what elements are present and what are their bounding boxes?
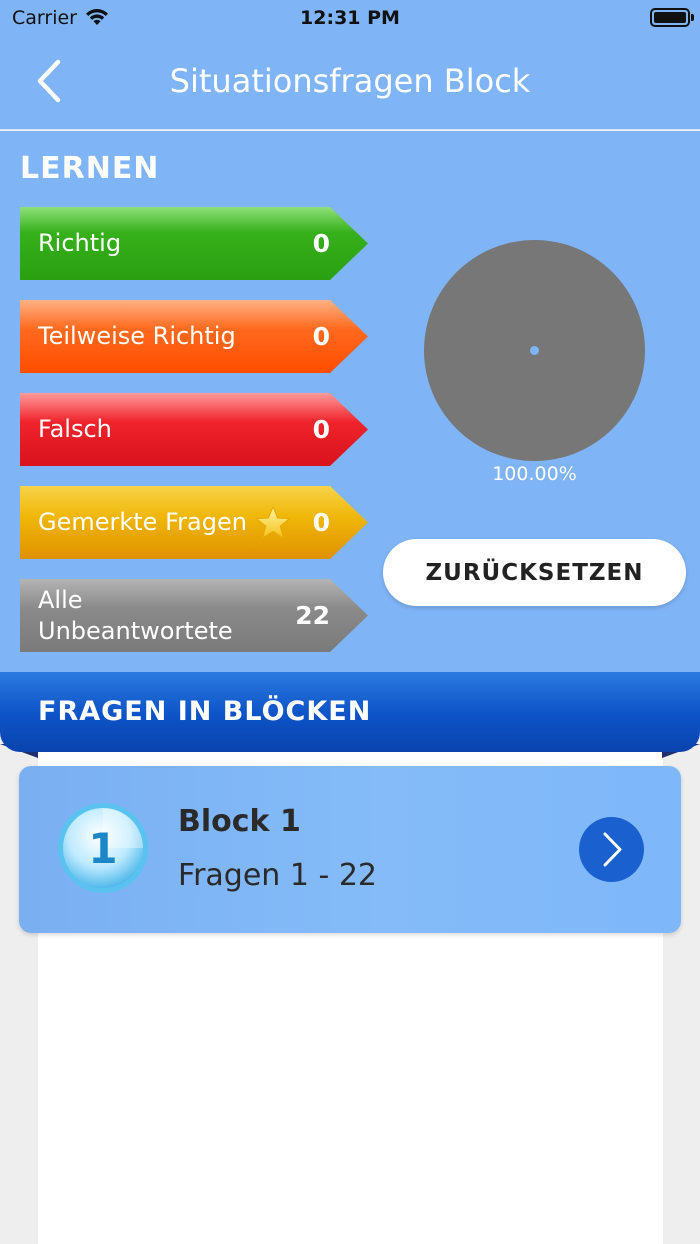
status-bar: Carrier 12:31 PM: [0, 0, 700, 36]
battery-icon: [650, 8, 694, 27]
category-correct[interactable]: Richtig 0: [20, 207, 368, 280]
category-label: Richtig: [38, 229, 122, 257]
open-block-button[interactable]: [579, 817, 644, 882]
category-all-unanswered[interactable]: Alle Unbeantwortete 22: [20, 579, 368, 652]
star-icon: [255, 505, 291, 539]
category-count: 0: [312, 322, 330, 351]
blocks-header: FRAGEN IN BLÖCKEN: [0, 672, 700, 762]
category-count: 0: [312, 415, 330, 444]
category-partially-correct[interactable]: Teilweise Richtig 0: [20, 300, 368, 373]
block-list-item[interactable]: 1 Block 1 Fragen 1 - 22: [19, 766, 681, 933]
progress-pie-chart: [424, 240, 645, 461]
block-title: Block 1: [178, 804, 301, 839]
blocks-heading: FRAGEN IN BLÖCKEN: [38, 696, 372, 727]
percent-label: 100.00%: [492, 463, 577, 485]
block-number-badge: 1: [58, 803, 148, 893]
chevron-right-icon: [603, 832, 622, 867]
clock: 12:31 PM: [300, 7, 400, 29]
category-label: Falsch: [38, 415, 112, 443]
category-starred[interactable]: Gemerkte Fragen 0: [20, 486, 368, 559]
category-count: 0: [312, 508, 330, 537]
reset-button[interactable]: ZURÜCKSETZEN: [383, 539, 686, 606]
category-label: Alle Unbeantwortete: [38, 585, 233, 645]
category-count: 22: [295, 601, 330, 630]
category-count: 0: [312, 229, 330, 258]
learn-section: LERNEN Richtig 0 Teilweise Richtig 0 Fal…: [0, 131, 700, 672]
block-subtitle: Fragen 1 - 22: [178, 858, 377, 893]
pie-center-dot: [530, 346, 539, 355]
block-number: 1: [88, 824, 117, 873]
page-title: Situationsfragen Block: [169, 62, 531, 100]
blocks-ribbon: FRAGEN IN BLÖCKEN: [0, 672, 700, 752]
category-label-wrap: Gemerkte Fragen: [38, 486, 291, 559]
learn-heading: LERNEN: [20, 151, 160, 186]
category-label: Gemerkte Fragen: [38, 508, 247, 536]
category-label: Teilweise Richtig: [38, 322, 236, 350]
nav-bar: Situationsfragen Block: [0, 36, 700, 130]
category-wrong[interactable]: Falsch 0: [20, 393, 368, 466]
